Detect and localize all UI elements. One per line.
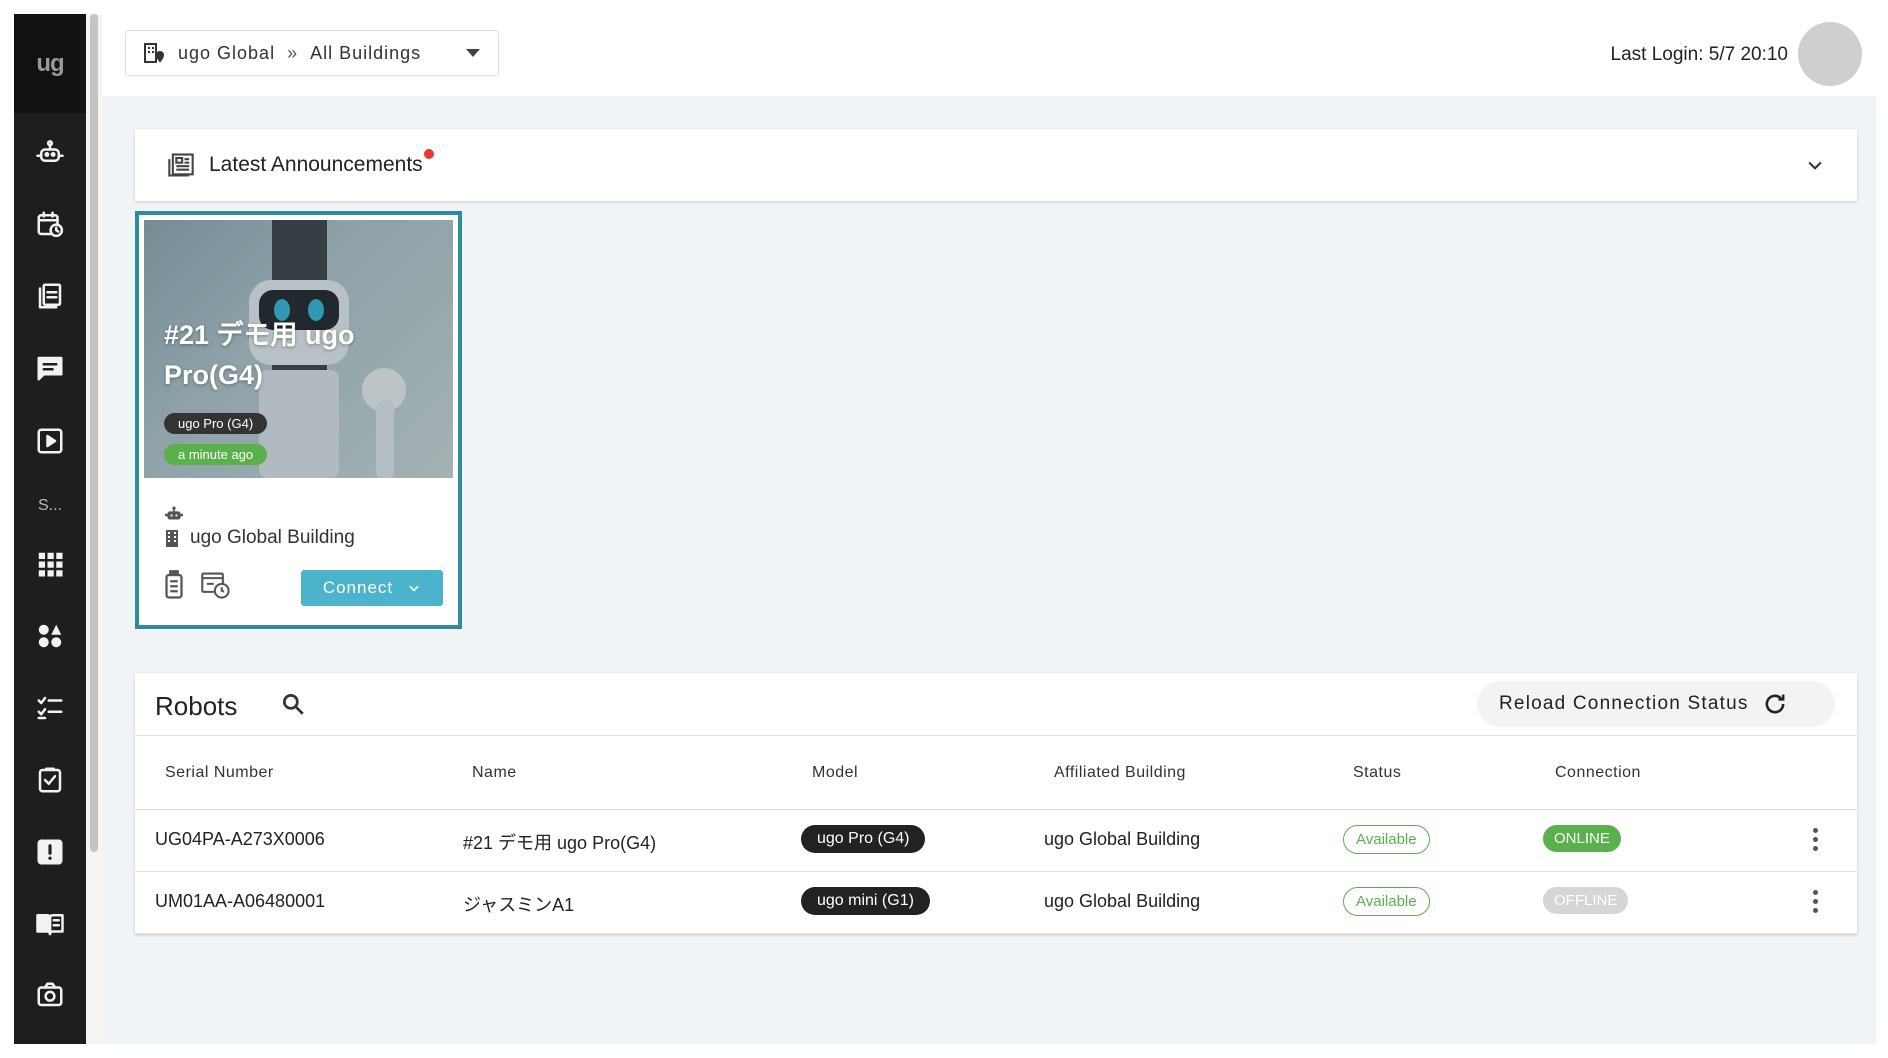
more-options-icon[interactable] [1813, 890, 1819, 917]
table-header: Serial Number Name Model Affiliated Buil… [135, 735, 1857, 810]
building-selector[interactable]: ugo Global » All Buildings [125, 30, 499, 76]
robots-title: Robots [155, 691, 238, 721]
robot-card[interactable]: #21 デモ用 ugo Pro(G4) ugo Pro (G4) a minut… [135, 211, 462, 629]
checklist-icon[interactable] [14, 683, 86, 733]
building-cell: ugo Global Building [1044, 829, 1201, 849]
refresh-icon [1765, 694, 1785, 714]
alert-icon[interactable] [14, 827, 86, 877]
battery-icon [165, 570, 183, 599]
manual-book-icon[interactable] [14, 899, 86, 949]
chevron-down-icon[interactable] [1805, 155, 1825, 175]
app-logo[interactable]: ug [14, 14, 86, 113]
table-row[interactable]: UG04PA-A273X0006 #21 デモ用 ugo Pro(G4) ugo… [135, 810, 1857, 872]
chevron-down-icon [409, 585, 419, 592]
play-icon[interactable] [14, 416, 86, 466]
document-icon[interactable] [14, 271, 86, 321]
column-header[interactable]: Name [472, 764, 517, 782]
column-header[interactable]: Status [1353, 764, 1401, 782]
connect-label: Connect [322, 578, 394, 597]
breadcrumb-separator: » [287, 42, 299, 63]
announcements-title: Latest Announcements [209, 153, 423, 176]
history-icon[interactable] [200, 570, 232, 600]
robot-image: #21 デモ用 ugo Pro(G4) ugo Pro (G4) a minut… [144, 220, 453, 478]
last-seen-chip: a minute ago [164, 444, 268, 465]
robot-small-icon [164, 504, 184, 527]
robot-name-cell: #21 デモ用 ugo Pro(G4) [463, 833, 657, 853]
reload-connection-button[interactable]: Reload Connection Status [1477, 681, 1835, 727]
column-header[interactable]: Serial Number [165, 764, 274, 782]
column-header[interactable]: Model [812, 764, 858, 782]
newspaper-icon [168, 153, 194, 177]
sidebar: ug S... [14, 14, 86, 1044]
robot-model-chip: ugo Pro (G4) [164, 413, 268, 434]
top-header: ugo Global » All Buildings Last Login: 5… [102, 14, 1876, 96]
status-badge: Available [1343, 825, 1430, 854]
sidebar-scrollbar-thumb[interactable] [90, 14, 98, 852]
model-chip: ugo mini (G1) [801, 887, 930, 915]
main-content: Latest Announcements #21 デモ用 ugo Pro(G4)… [102, 96, 1876, 1044]
column-header[interactable]: Affiliated Building [1054, 764, 1186, 782]
model-chip: ugo Pro (G4) [801, 825, 926, 853]
building-icon [166, 530, 178, 547]
user-avatar[interactable] [1798, 22, 1862, 86]
building-location-icon [144, 43, 165, 63]
card-building-name: ugo Global Building [190, 527, 355, 548]
sidebar-section-label: S... [37, 497, 62, 514]
connection-badge: OFFLINE [1543, 887, 1629, 914]
connection-badge: ONLINE [1543, 825, 1621, 852]
last-login-text: Last Login: 5/7 20:10 [1610, 44, 1788, 65]
task-check-icon[interactable] [14, 755, 86, 805]
chat-icon[interactable] [14, 343, 86, 393]
robots-panel: Robots Reload Connection Status Serial N… [135, 673, 1857, 934]
announcements-panel[interactable]: Latest Announcements [135, 129, 1857, 201]
apps-grid-icon[interactable] [14, 539, 86, 589]
reload-label: Reload Connection Status [1499, 693, 1749, 714]
serial-number-cell: UM01AA-A06480001 [155, 891, 326, 911]
camera-icon[interactable] [14, 970, 86, 1020]
serial-number-cell: UG04PA-A273X0006 [155, 829, 325, 849]
dropdown-caret-icon [466, 49, 480, 57]
breadcrumb-org: ugo Global [178, 42, 276, 63]
card-building: ugo Global Building [164, 527, 355, 549]
shapes-icon[interactable] [14, 611, 86, 661]
robot-name-cell: ジャスミンA1 [463, 895, 575, 915]
building-cell: ugo Global Building [1044, 891, 1201, 911]
connect-button[interactable]: Connect [301, 570, 443, 606]
unread-indicator [423, 149, 434, 159]
search-icon[interactable] [280, 691, 306, 722]
more-options-icon[interactable] [1813, 828, 1819, 855]
status-badge: Available [1343, 887, 1430, 916]
robot-card-title: #21 デモ用 ugo Pro(G4) [164, 320, 355, 390]
table-row[interactable]: UM01AA-A06480001 ジャスミンA1 ugo mini (G1) u… [135, 872, 1857, 934]
schedule-icon[interactable] [14, 199, 86, 249]
breadcrumb-building: All Buildings [310, 42, 422, 63]
column-header[interactable]: Connection [1555, 764, 1641, 782]
robot-icon[interactable] [14, 127, 86, 177]
